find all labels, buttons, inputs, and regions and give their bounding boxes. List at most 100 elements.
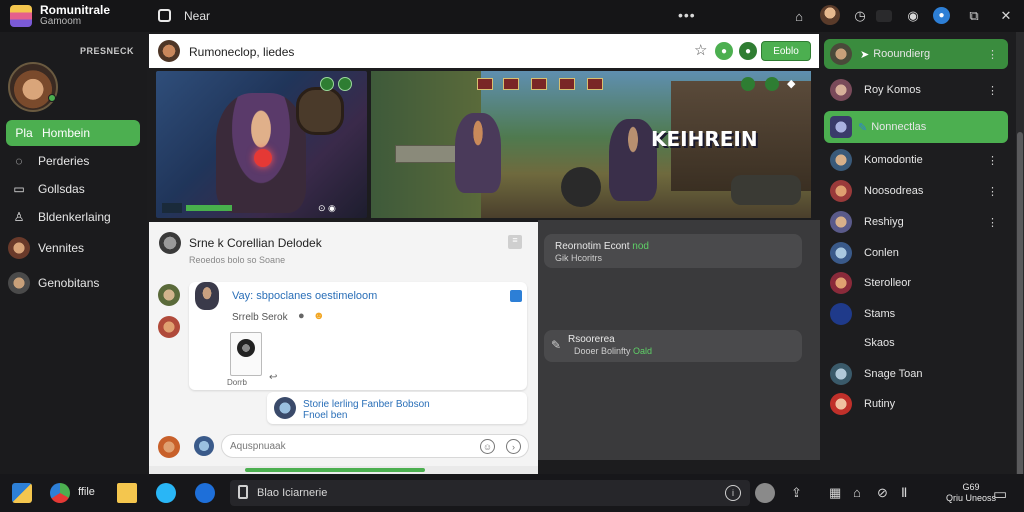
sidebar-item-home[interactable]: Pla Hombein — [6, 120, 140, 146]
right-item-stams[interactable]: Stams — [824, 300, 1008, 328]
follow-button[interactable]: Eoblo — [761, 41, 811, 61]
scrollbar-thumb[interactable] — [1017, 132, 1023, 492]
right-item-reshiyg[interactable]: Reshiyg ⋮ — [824, 208, 1008, 236]
message-avatar[interactable] — [195, 282, 219, 310]
window-icon: ▭ — [13, 182, 25, 196]
avatar — [830, 43, 852, 65]
link-icon[interactable]: ⊘ — [877, 485, 888, 501]
avatar — [830, 242, 852, 264]
app-logo-icon — [10, 5, 32, 27]
sidebar-item-genobitans[interactable]: Genobitans — [6, 270, 140, 296]
user-avatar[interactable] — [820, 5, 840, 25]
avatar — [830, 272, 852, 294]
channel-avatar[interactable] — [158, 40, 180, 62]
folder-icon[interactable] — [117, 483, 137, 503]
activity-card[interactable]: Reornotim Econt nod Gik Hcoritrs — [544, 234, 802, 268]
activity-highlight: Oald — [633, 346, 653, 356]
more-vertical-icon[interactable]: ⋮ — [987, 154, 998, 167]
game-image-battle[interactable]: KEIHREIN ◆ — [371, 71, 811, 218]
settings-icon[interactable]: ● — [739, 42, 757, 60]
activity-card[interactable]: Rsoorerea ✎ Dooer Bolinfty Oald — [544, 330, 802, 362]
notification-icon[interactable]: ● — [933, 7, 950, 24]
channel-title: Rumoneclop, liedes — [189, 45, 295, 59]
activity-line: Rsoorerea — [568, 334, 615, 345]
avatar — [830, 149, 852, 171]
my-avatar[interactable] — [194, 436, 214, 456]
emoji-icon[interactable]: ☺ — [480, 439, 495, 454]
start-icon[interactable] — [12, 483, 32, 503]
info-icon[interactable]: i — [725, 485, 741, 501]
app-icon[interactable] — [195, 483, 215, 503]
avatar — [830, 116, 852, 138]
right-item-conlen[interactable]: Conlen — [824, 239, 1008, 267]
right-item-roy-komos[interactable]: Roy Komos ⋮ — [824, 76, 1008, 104]
avatar[interactable] — [158, 316, 180, 338]
activity-line: Gik Hcoritrs — [555, 253, 602, 263]
toggle-icon[interactable] — [876, 10, 892, 22]
home-icon[interactable]: ⌂ — [789, 6, 809, 26]
taskbar-app-label[interactable]: ffile — [78, 486, 95, 498]
shield-icon[interactable] — [755, 483, 775, 503]
right-item-komodontie[interactable]: Komodontie ⋮ — [824, 146, 1008, 174]
sidebar-item-bldenkerlaing[interactable]: ♙ Bldenkerlaing — [6, 204, 140, 230]
status-icon[interactable]: ● — [715, 42, 733, 60]
emoji-icon[interactable]: ● — [298, 310, 305, 322]
post-author-avatar[interactable] — [159, 232, 181, 254]
star-icon[interactable]: ☆ — [694, 41, 707, 59]
more-vertical-icon[interactable]: ⋮ — [987, 185, 998, 198]
right-item-sterolleor[interactable]: Sterolleor — [824, 269, 1008, 297]
right-item-label: Reshiyg — [864, 216, 904, 228]
more-vertical-icon[interactable]: ⋮ — [987, 48, 998, 61]
hud-icons: ⊙ ◉ — [318, 203, 336, 213]
attachment-thumbnail — [237, 339, 255, 357]
right-item-nonnectlas[interactable]: ✎ Nonnectlas — [824, 111, 1008, 143]
link-icon[interactable] — [510, 290, 522, 302]
post-subtitle: Reoedos bolo so Soane — [189, 255, 286, 265]
more-vertical-icon[interactable]: ⋮ — [987, 84, 998, 97]
taskbar-search[interactable]: Blao Iciarnerie i — [230, 480, 750, 506]
avatar — [830, 180, 852, 202]
edge-icon[interactable] — [156, 483, 176, 503]
taskbar-search-text: Blao Iciarnerie — [257, 487, 328, 499]
profile-avatar[interactable] — [8, 62, 58, 112]
compose-input[interactable]: Aquspnuaak ☺ › — [221, 434, 529, 458]
sidebar-item-perderies[interactable]: ◌ Perderies — [6, 148, 140, 174]
right-scrollbar[interactable] — [1016, 32, 1024, 492]
game-image-hero[interactable]: ⊙ ◉ — [156, 71, 367, 218]
attachment[interactable] — [230, 332, 262, 376]
attachment-label: Dorrb — [227, 378, 248, 387]
sidebar-item-vennites[interactable]: Vennites — [6, 235, 140, 261]
taskbar-clock[interactable]: G69 Qriu Uneoss — [946, 482, 996, 504]
right-item-label: Rutiny — [864, 398, 896, 410]
right-item-label: Rooundierg — [873, 48, 931, 60]
share-icon[interactable]: ⇪ — [791, 485, 802, 501]
calendar-icon[interactable]: ▦ — [829, 485, 841, 501]
pause-icon[interactable]: Ⅱ — [901, 485, 907, 501]
avatar[interactable] — [158, 284, 180, 306]
more-horizontal-icon[interactable]: ••• — [678, 7, 696, 23]
browser-icon[interactable] — [50, 483, 70, 503]
eye-icon[interactable]: ◉ — [903, 6, 923, 26]
more-vertical-icon[interactable]: ⋮ — [987, 216, 998, 229]
right-item-noosodreas[interactable]: Noosodreas ⋮ — [824, 177, 1008, 205]
right-item-rooundierg[interactable]: ➤ Rooundierg ⋮ — [824, 39, 1008, 69]
post-badge[interactable]: ≡ — [508, 235, 522, 249]
sidebar-item-gollsdas[interactable]: ▭ Gollsdas — [6, 176, 140, 202]
close-icon[interactable]: ✕ — [996, 6, 1016, 26]
window-icon[interactable]: ⧉ — [964, 6, 984, 26]
chat-icon[interactable]: ▭ — [993, 485, 1007, 503]
right-item-snage-toan[interactable]: Snage Toan — [824, 360, 1008, 388]
send-icon[interactable]: › — [506, 439, 521, 454]
glow-orb — [254, 149, 272, 167]
right-item-rutiny[interactable]: Rutiny — [824, 390, 1008, 418]
sidebar-header: PRESNECK — [80, 46, 135, 56]
clock-icon[interactable]: ◷ — [850, 6, 870, 26]
reply-avatar[interactable] — [274, 397, 296, 419]
right-item-label: Roy Komos — [864, 84, 921, 96]
reply-line: Storie lerling Fanber Bobson — [303, 399, 430, 410]
window-icon[interactable] — [158, 9, 171, 22]
smile-icon[interactable]: ☻ — [313, 310, 325, 322]
right-item-skaos[interactable]: Skaos — [824, 329, 1008, 357]
home-icon[interactable]: ⌂ — [853, 485, 861, 500]
avatar[interactable] — [158, 436, 180, 458]
